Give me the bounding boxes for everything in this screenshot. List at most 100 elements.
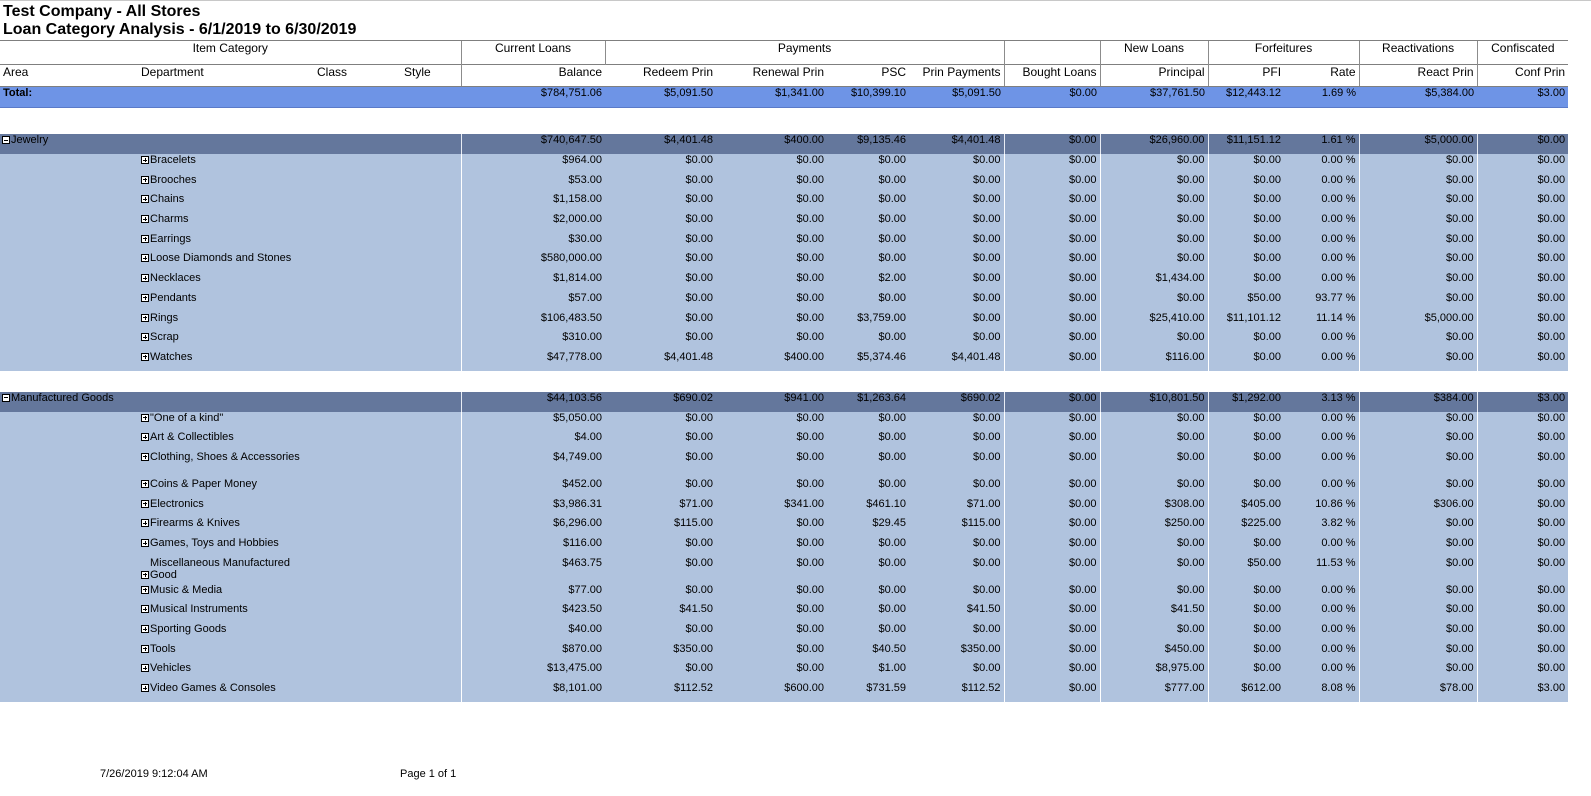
area-blank	[0, 623, 138, 643]
cell-prin-payments: $0.00	[909, 311, 1005, 332]
cell-redeem-prin: $0.00	[605, 331, 716, 351]
area-blank	[0, 556, 138, 584]
total-pfi: $12,443.12	[1208, 86, 1285, 108]
cell-conf-prin: $0.00	[1476, 431, 1569, 451]
col-prin-payments[interactable]: Prin Payments	[909, 64, 1005, 87]
col-class[interactable]: Class	[314, 64, 401, 87]
expand-icon[interactable]	[141, 293, 149, 302]
expand-icon[interactable]	[141, 234, 149, 243]
department-cell: Vehicles	[138, 662, 461, 683]
expand-icon[interactable]	[141, 413, 149, 422]
cell-redeem-prin: $0.00	[605, 411, 716, 432]
col-area[interactable]: Area	[0, 64, 138, 87]
cell-conf-prin: $0.00	[1476, 583, 1569, 604]
cell-conf-prin: $0.00	[1476, 411, 1569, 432]
expand-icon[interactable]	[141, 215, 149, 224]
cell-conf-prin: $0.00	[1476, 232, 1569, 253]
cell-redeem-prin: $0.00	[605, 537, 716, 557]
cell-principal: $0.00	[1099, 623, 1209, 643]
expand-icon[interactable]	[141, 625, 149, 634]
total-principal: $37,761.50	[1100, 86, 1209, 108]
cell-rate: 1.61 %	[1284, 134, 1360, 154]
cell-balance: $310.00	[460, 331, 605, 351]
cell-prin-payments: $0.00	[909, 291, 1005, 312]
cell-rate: 0.00 %	[1284, 154, 1360, 174]
department-row: Brooches $53.00 $0.00 $0.00 $0.00 $0.00 $0.00 $…	[0, 173, 1569, 194]
col-principal[interactable]: Principal	[1099, 64, 1209, 87]
col-redeem-prin[interactable]: Redeem Prin	[605, 64, 716, 87]
cell-principal: $0.00	[1099, 193, 1209, 214]
cell-rate: 3.82 %	[1284, 517, 1360, 537]
cell-rate: 93.77 %	[1284, 291, 1360, 312]
department-cell: Tools	[138, 642, 461, 663]
department-cell: Clothing, Shoes & Accessories	[138, 450, 461, 478]
cell-pfi: $0.00	[1207, 431, 1285, 451]
expand-icon[interactable]	[141, 195, 149, 204]
col-balance[interactable]: Balance	[460, 64, 605, 87]
department-row: Scrap $310.00 $0.00 $0.00 $0.00 $0.00 $0.00 $0.…	[0, 331, 1569, 351]
cell-react-prin: $0.00	[1358, 537, 1478, 557]
cell-principal: $0.00	[1099, 431, 1209, 451]
area-blank	[0, 682, 138, 702]
cell-conf-prin: $0.00	[1476, 537, 1569, 557]
area-blank	[0, 311, 138, 332]
expand-icon[interactable]	[141, 519, 149, 528]
area-blank	[0, 642, 138, 663]
cell-balance: $8,101.00	[460, 682, 605, 702]
cell-balance: $3,986.31	[460, 497, 605, 518]
expand-icon[interactable]	[141, 605, 149, 614]
expand-icon[interactable]	[141, 664, 149, 673]
collapse-icon[interactable]	[2, 393, 10, 402]
cell-principal: $250.00	[1099, 517, 1209, 537]
cell-conf-prin: $0.00	[1476, 603, 1569, 624]
area-blank	[0, 232, 138, 253]
expand-icon[interactable]	[141, 684, 149, 693]
expand-icon[interactable]	[141, 570, 149, 579]
department-row: Watches $47,778.00 $4,401.48 $400.00 $5,374.…	[0, 350, 1569, 371]
col-psc[interactable]: PSC	[827, 64, 909, 87]
expand-icon[interactable]	[141, 313, 149, 322]
cell-prin-payments: $0.00	[909, 232, 1005, 253]
cell-conf-prin: $0.00	[1476, 213, 1569, 233]
expand-icon[interactable]	[141, 539, 149, 547]
cell-redeem-prin: $0.00	[605, 450, 716, 478]
cell-rate: 0.00 %	[1284, 623, 1360, 643]
cell-react-prin: $0.00	[1358, 556, 1478, 584]
cell-balance: $13,475.00	[460, 662, 605, 683]
col-style[interactable]: Style	[401, 64, 461, 87]
expand-icon[interactable]	[141, 452, 149, 461]
expand-icon[interactable]	[141, 433, 149, 442]
cell-principal: $0.00	[1099, 331, 1209, 351]
expand-icon[interactable]	[141, 254, 149, 263]
expand-icon[interactable]	[141, 352, 149, 361]
total-bought-loans: $0.00	[1004, 86, 1101, 108]
cell-react-prin: $0.00	[1358, 450, 1478, 478]
expand-icon[interactable]	[141, 274, 149, 283]
col-conf-prin[interactable]: Conf Prin	[1476, 64, 1569, 87]
expand-icon[interactable]	[141, 175, 149, 184]
expand-icon[interactable]	[141, 479, 149, 488]
cell-rate: 11.53 %	[1284, 556, 1360, 584]
expand-icon[interactable]	[141, 156, 149, 164]
cell-rate: 3.13 %	[1284, 391, 1360, 412]
cell-prin-payments: $4,401.48	[909, 134, 1005, 154]
col-bought-loans[interactable]: Bought Loans	[1003, 64, 1101, 87]
expand-icon[interactable]	[141, 499, 149, 508]
col-rate[interactable]: Rate	[1284, 64, 1360, 87]
group-header-current-loans: Current Loans	[460, 40, 605, 65]
collapse-icon[interactable]	[2, 136, 10, 144]
col-react-prin[interactable]: React Prin	[1358, 64, 1478, 87]
cell-redeem-prin: $690.02	[605, 391, 716, 412]
area-blank	[0, 517, 138, 537]
cell-prin-payments: $350.00	[909, 642, 1005, 663]
col-renewal-prin[interactable]: Renewal Prin	[716, 64, 827, 87]
department-name: Tools	[150, 642, 176, 655]
expand-icon[interactable]	[141, 585, 149, 594]
cell-psc: $1.00	[827, 662, 909, 683]
expand-icon[interactable]	[141, 644, 149, 653]
col-pfi[interactable]: PFI	[1207, 64, 1285, 87]
col-department[interactable]: Department	[138, 64, 314, 87]
cell-principal: $0.00	[1099, 291, 1209, 312]
department-cell: "One of a kind"	[138, 411, 461, 432]
expand-icon[interactable]	[141, 333, 149, 342]
